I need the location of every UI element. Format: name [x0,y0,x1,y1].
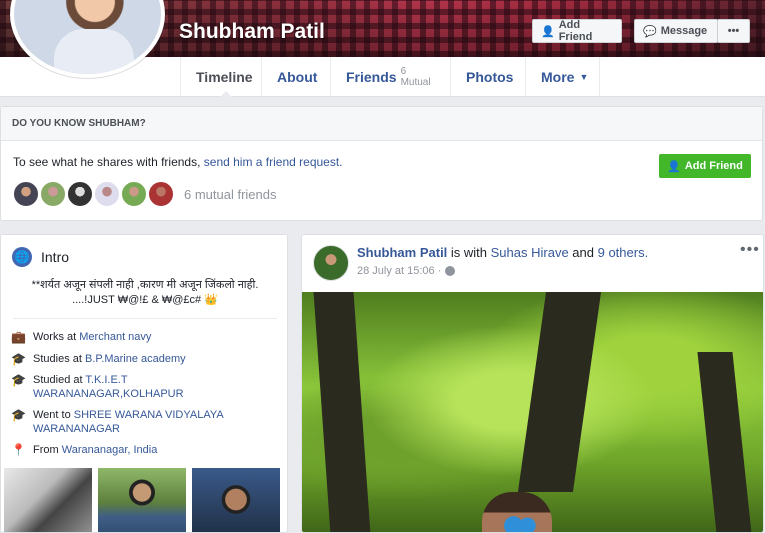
tree-trunk [313,292,371,532]
public-globe-icon [445,266,456,276]
friend-request-prefix: To see what he shares with friends, [13,155,204,169]
graduation-cap-icon: 🎓 [11,352,26,366]
send-friend-request-link[interactable]: send him a friend request. [204,155,343,169]
intro-divider [13,318,277,319]
school-prefix: Went to [33,409,74,421]
tab-about[interactable]: About [261,57,330,96]
message-label: Message [660,25,708,37]
add-friend-icon: 👤 [541,25,555,38]
studied-prefix: Studied at [33,374,86,386]
tab-about-label: About [277,68,318,85]
bio-line-1: **शर्यत अजून संपली नाही ,कारण मी अजून जि… [31,279,259,291]
tab-photos[interactable]: Photos [450,57,525,96]
post-and-text: and [568,245,598,260]
mutual-friend-avatar[interactable] [39,180,67,208]
post-photo[interactable] [302,292,763,532]
hometown-prefix: From [33,444,62,456]
friend-request-text: To see what he shares with friends, send… [13,155,343,169]
post-meta: 28 July at 15:06 · [357,265,456,277]
mutual-friend-avatar[interactable] [147,180,175,208]
work-link[interactable]: Merchant navy [79,331,151,343]
studied-item: 🎓 Studied at T.K.I.E.T WARANANAGAR,KOLHA… [11,373,211,401]
caret-down-icon: ▼ [579,71,589,82]
tree-trunk [697,352,752,532]
mutual-friends-label[interactable]: 6 mutual friends [184,187,277,202]
active-tab-caret [220,91,232,97]
add-friend-label: Add Friend [558,19,593,43]
intro-photo[interactable] [192,468,280,532]
post-date[interactable]: 28 July at 15:06 · [357,265,441,277]
bio: **शर्यत अजून संपली नाही ,कारण मी अजून जि… [13,278,277,308]
graduation-cap-icon: 🎓 [11,408,26,422]
graduation-cap-icon: 🎓 [11,373,26,387]
briefcase-icon: 💼 [11,330,26,344]
mutual-friend-avatar[interactable] [93,180,121,208]
do-you-know-box: DO YOU KNOW SHUBHAM? To see what he shar… [0,106,763,221]
add-friend-button[interactable]: 👤 Add Friend [532,19,622,43]
work-prefix: Works at [33,331,80,343]
add-friend-icon: 👤 [667,160,681,173]
tab-more-label: More [541,68,575,85]
hometown-item: 📍 From Warananagar, India [11,443,281,457]
more-options-button[interactable]: ••• [717,19,750,43]
add-friend-green-label: Add Friend [684,160,743,172]
post-author-link[interactable]: Shubham Patil [357,245,447,260]
studies-link[interactable]: B.P.Marine academy [85,353,186,365]
tab-more[interactable]: More ▼ [525,57,600,96]
profile-picture-shirt [54,29,134,74]
studies-item: 🎓 Studies at B.P.Marine academy [11,352,281,366]
intro-card: 🌐 Intro **शर्यत अजून संपली नाही ,कारण मी… [0,234,288,533]
post-with-text: is with [447,245,491,260]
add-friend-green-button[interactable]: 👤 Add Friend [659,154,751,178]
location-pin-icon: 📍 [11,443,26,457]
timeline-post: Shubham Patil is with Suhas Hirave and 9… [301,234,764,533]
profile-name[interactable]: Shubham Patil [179,20,325,44]
post-author-avatar[interactable] [313,245,349,281]
mutual-friend-avatar[interactable] [120,180,148,208]
intro-title: Intro [41,249,70,265]
person-head [482,492,552,532]
more-dots-icon: ••• [727,25,740,37]
school-item: 🎓 Went to SHREE WARANA VIDYALAYA WARANAN… [11,408,241,436]
mutual-friend-avatar[interactable] [12,180,40,208]
mutual-count: 6 Mutual [400,65,431,88]
work-item: 💼 Works at Merchant navy [11,330,281,344]
bio-line-2: ....!JUST ₩@!£ & ₩@£c# 👑 [72,294,218,306]
tagged-others-link[interactable]: 9 others. [598,245,649,260]
intro-photo[interactable] [4,468,92,532]
mutual-friends[interactable]: 6 mutual friends [12,180,277,208]
intro-heading: 🌐 Intro [12,247,69,267]
post-header: Shubham Patil is with Suhas Hirave and 9… [357,245,648,260]
intro-photo[interactable] [98,468,186,532]
hometown-link[interactable]: Warananagar, India [62,444,158,456]
tab-photos-label: Photos [466,68,514,85]
messenger-icon: 💬 [643,25,657,38]
tab-friends[interactable]: Friends 6 Mutual [330,57,450,96]
mutual-friend-avatar[interactable] [66,180,94,208]
tagged-person-link[interactable]: Suhas Hirave [491,245,569,260]
tab-friends-label: Friends [346,68,397,85]
studies-prefix: Studies at [33,353,85,365]
globe-icon: 🌐 [12,247,32,267]
tree-trunk [517,292,602,492]
post-options-button[interactable]: ••• [740,241,760,259]
message-button[interactable]: 💬 Message [634,19,718,43]
tab-timeline-label: Timeline [196,68,253,85]
do-you-know-heading: DO YOU KNOW SHUBHAM? [1,107,762,141]
